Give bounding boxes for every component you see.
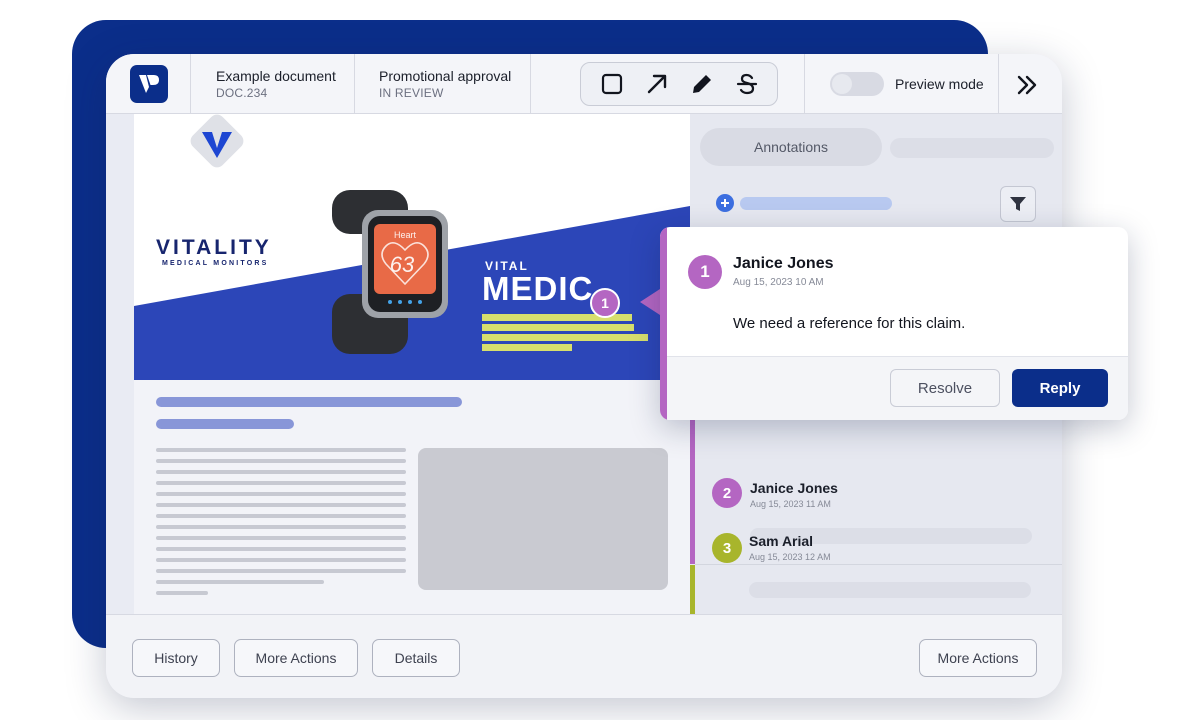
arrow-tool-button[interactable]: [640, 67, 674, 101]
app-footer: History More Actions Details More Action…: [106, 614, 1062, 698]
subheading-placeholder: [156, 419, 294, 429]
thread-accent: [690, 414, 695, 564]
text-line-placeholder: [156, 514, 406, 518]
preview-mode-label: Preview mode: [895, 76, 984, 92]
workflow-status: IN REVIEW: [379, 86, 444, 100]
text-line-placeholder: [156, 503, 406, 507]
arrow-tool-icon: [647, 74, 666, 94]
filter-button[interactable]: [1000, 186, 1036, 222]
more-actions-right-button[interactable]: More Actions: [919, 639, 1037, 677]
preview-mode-toggle[interactable]: [830, 72, 884, 96]
popup-message: We need a reference for this claim.: [733, 315, 966, 332]
tab-annotations[interactable]: Annotations: [700, 128, 882, 166]
history-button[interactable]: History: [132, 639, 220, 677]
popup-date: Aug 15, 2023 10 AM: [733, 277, 824, 288]
watch-label: Heart: [394, 230, 417, 240]
document-info: Example document DOC.234: [216, 68, 336, 100]
watch-value: 63: [390, 252, 415, 277]
filter-icon: [1010, 197, 1026, 211]
comment-avatar: 2: [712, 478, 742, 508]
popup-avatar: 1: [688, 255, 722, 289]
popup-accent: [660, 227, 667, 420]
header-divider: [998, 54, 999, 114]
more-actions-button[interactable]: More Actions: [234, 639, 358, 677]
plus-icon: [721, 199, 729, 207]
strikethrough-tool-button[interactable]: [730, 67, 764, 101]
header-divider: [190, 54, 191, 114]
comment-popup: 1 Janice Jones Aug 15, 2023 10 AM We nee…: [660, 227, 1128, 420]
app-logo[interactable]: [130, 65, 168, 103]
comment-date: Aug 15, 2023 12 AM: [749, 552, 831, 562]
pen-tool-button[interactable]: [685, 67, 719, 101]
brand-subtitle: MEDICAL MONITORS: [162, 260, 269, 267]
double-chevron-right-icon: [1017, 75, 1037, 95]
workflow-title: Promotional approval: [379, 68, 512, 84]
text-line-placeholder: [156, 558, 406, 562]
toggle-knob: [832, 74, 852, 94]
popup-pointer: [640, 289, 660, 315]
text-line-placeholder: [156, 525, 406, 529]
add-annotation-placeholder: [740, 197, 892, 210]
app-logo-icon: [139, 75, 159, 93]
pen-tool-icon: [692, 75, 711, 93]
rectangle-tool-button[interactable]: [595, 67, 629, 101]
stage: Example document DOC.234 Promotional app…: [0, 0, 1200, 720]
tab-placeholder: [890, 138, 1054, 158]
text-line-placeholder: [156, 481, 406, 485]
header-divider: [354, 54, 355, 114]
header-divider: [804, 54, 805, 114]
popup-author: Janice Jones: [733, 255, 834, 272]
comment-thread-2[interactable]: 2 Janice Jones Aug 15, 2023 11 AM: [690, 414, 1062, 564]
text-line-placeholder: [156, 547, 406, 551]
heading-placeholder: [156, 397, 462, 407]
resolve-button[interactable]: Resolve: [890, 369, 1000, 407]
workflow-info: Promotional approval IN REVIEW: [379, 68, 511, 100]
rectangle-tool-icon: [601, 73, 622, 95]
document-canvas[interactable]: Heart 63 VITALITY MEDICAL MONITORS VITAL…: [134, 114, 690, 614]
annotation-toolbar: [580, 62, 778, 106]
comment-author: Janice Jones: [750, 480, 838, 496]
document-title: Example document: [216, 68, 336, 84]
app-header: Example document DOC.234 Promotional app…: [106, 54, 1062, 114]
text-line-placeholder: [156, 459, 406, 463]
image-placeholder: [418, 448, 668, 590]
add-annotation-button[interactable]: [716, 194, 734, 212]
brand-name: VITALITY: [156, 236, 272, 259]
text-line-placeholder: [156, 448, 406, 452]
annotation-marker-1[interactable]: 1: [590, 288, 620, 318]
text-line-placeholder: [156, 580, 324, 584]
text-line-placeholder: [156, 569, 406, 573]
banner-large-text: MEDIC: [482, 270, 594, 307]
text-line-placeholder: [156, 470, 406, 474]
document-id: DOC.234: [216, 86, 268, 100]
details-button[interactable]: Details: [372, 639, 460, 677]
comment-text-placeholder: [749, 582, 1031, 598]
header-divider: [530, 54, 531, 114]
reply-button[interactable]: Reply: [1012, 369, 1108, 407]
text-line-placeholder: [156, 492, 406, 496]
expand-panel-button[interactable]: [1012, 70, 1042, 100]
strikethrough-tool-icon: [736, 73, 757, 95]
text-line-placeholder: [156, 591, 208, 595]
comment-date: Aug 15, 2023 11 AM: [750, 499, 831, 509]
comment-avatar: 3: [712, 533, 742, 563]
text-line-placeholder: [156, 536, 406, 540]
comment-author: Sam Arial: [749, 533, 814, 549]
